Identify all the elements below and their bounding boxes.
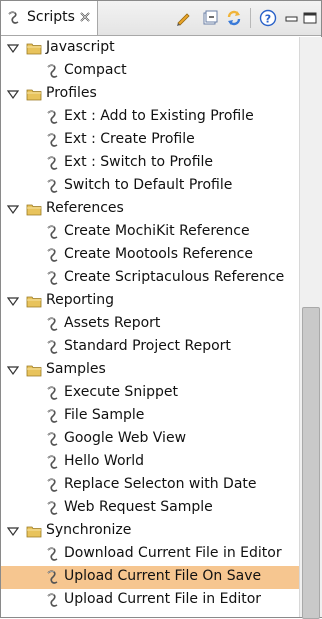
script-label: Upload Current File On Save [64, 568, 262, 584]
expand-twisty-icon[interactable] [7, 88, 19, 100]
category-label: Synchronize [46, 522, 132, 538]
script-label: Google Web View [64, 430, 187, 446]
script-icon [47, 547, 58, 561]
script-label: Download Current File in Editor [64, 545, 282, 561]
expand-twisty-icon[interactable] [7, 295, 19, 307]
script-icon [47, 478, 58, 492]
tree-category-row[interactable]: Reporting [1, 290, 299, 313]
script-icon [47, 340, 58, 354]
category-label: Profiles [46, 85, 97, 101]
script-icon [47, 271, 58, 285]
script-label: Assets Report [64, 315, 161, 331]
tree-script-row[interactable]: File Sample [1, 405, 299, 428]
close-icon[interactable] [78, 10, 92, 24]
svg-text:?: ? [265, 13, 271, 26]
tree-script-row[interactable]: Compact [1, 60, 299, 83]
tree-script-row[interactable]: Ext : Switch to Profile [1, 152, 299, 175]
script-label: Create Scriptaculous Reference [64, 269, 285, 285]
tree-script-row[interactable]: Create MochiKit Reference [1, 221, 299, 244]
category-label: Javascript [46, 39, 115, 55]
toolbar-separator [250, 8, 251, 28]
folder-icon [26, 365, 42, 377]
script-label: Web Request Sample [64, 499, 213, 515]
script-label: File Sample [64, 407, 145, 423]
script-icon [47, 501, 58, 515]
script-label: Upload Current File in Editor [64, 591, 262, 607]
script-tree: Javascript Compact Profiles Ext : Add to Ex… [1, 37, 299, 617]
tree-script-row[interactable]: Assets Report [1, 313, 299, 336]
expand-twisty-icon[interactable] [7, 525, 19, 537]
tree-script-row[interactable]: Create Mootools Reference [1, 244, 299, 267]
collapse-all-icon[interactable] [201, 9, 219, 27]
tree-category-row[interactable]: Synchronize [1, 520, 299, 543]
vertical-scrollbar[interactable] [299, 37, 322, 619]
script-icon [47, 248, 58, 262]
script-icon [47, 317, 58, 331]
script-icon [47, 110, 58, 124]
script-label: Hello World [64, 453, 145, 469]
expand-twisty-icon[interactable] [7, 203, 19, 215]
script-label: Switch to Default Profile [64, 177, 233, 193]
folder-icon [26, 296, 42, 308]
scripts-tab[interactable]: Scripts [1, 1, 98, 35]
tree-category-row[interactable]: Profiles [1, 83, 299, 106]
script-icon [47, 409, 58, 423]
tree-script-row[interactable]: Execute Snippet [1, 382, 299, 405]
minimize-icon[interactable] [283, 9, 301, 27]
script-label: Execute Snippet [64, 384, 178, 400]
script-icon [47, 179, 58, 193]
folder-icon [26, 43, 42, 55]
view-tab-bar: Scripts ? [1, 1, 321, 36]
refresh-icon[interactable] [225, 9, 243, 27]
expand-twisty-icon[interactable] [7, 364, 19, 376]
category-label: Reporting [46, 292, 115, 308]
script-label: Ext : Add to Existing Profile [64, 108, 254, 124]
edit-script-icon[interactable] [174, 9, 192, 27]
script-icon [47, 432, 58, 446]
tree-script-row[interactable]: Switch to Default Profile [1, 175, 299, 198]
scrollbar-thumb[interactable] [302, 307, 320, 619]
script-icon [47, 225, 58, 239]
scripts-view: Scripts ? Javascript Compact Profiles Ex… [0, 0, 322, 619]
script-label: Create Mootools Reference [64, 246, 253, 262]
folder-icon [26, 204, 42, 216]
script-icon [47, 593, 58, 607]
tree-script-row[interactable]: Upload Current File On Save [1, 566, 299, 589]
tree-script-row[interactable]: Replace Selecton with Date [1, 474, 299, 497]
script-label: Compact [64, 62, 127, 78]
help-icon[interactable]: ? [259, 9, 277, 27]
tree-script-row[interactable]: Standard Project Report [1, 336, 299, 359]
tab-title: Scripts [27, 9, 75, 25]
script-label: Standard Project Report [64, 338, 231, 354]
tree-category-row[interactable]: Samples [1, 359, 299, 382]
folder-icon [26, 89, 42, 101]
script-label: Create MochiKit Reference [64, 223, 250, 239]
category-label: Samples [46, 361, 106, 377]
script-icon [8, 11, 19, 24]
tree-script-row[interactable]: Hello World [1, 451, 299, 474]
category-label: References [46, 200, 124, 216]
script-icon [47, 156, 58, 170]
tree-category-row[interactable]: Javascript [1, 37, 299, 60]
expand-twisty-icon[interactable] [7, 42, 19, 54]
script-icon [47, 570, 58, 584]
tree-script-row[interactable]: Download Current File in Editor [1, 543, 299, 566]
tree-script-row[interactable]: Upload Current File in Editor [1, 589, 299, 612]
tree-script-row[interactable]: Create Scriptaculous Reference [1, 267, 299, 290]
tree-script-row[interactable]: Ext : Create Profile [1, 129, 299, 152]
maximize-icon[interactable] [301, 9, 319, 27]
tree-category-row[interactable]: References [1, 198, 299, 221]
folder-icon [26, 526, 42, 538]
script-icon [47, 133, 58, 147]
script-icon [47, 386, 58, 400]
script-icon [47, 455, 58, 469]
tree-script-row[interactable]: Ext : Add to Existing Profile [1, 106, 299, 129]
script-icon [47, 64, 58, 78]
script-label: Ext : Switch to Profile [64, 154, 214, 170]
tree-script-row[interactable]: Google Web View [1, 428, 299, 451]
script-label: Replace Selecton with Date [64, 476, 257, 492]
script-label: Ext : Create Profile [64, 131, 195, 147]
tree-script-row[interactable]: Web Request Sample [1, 497, 299, 520]
